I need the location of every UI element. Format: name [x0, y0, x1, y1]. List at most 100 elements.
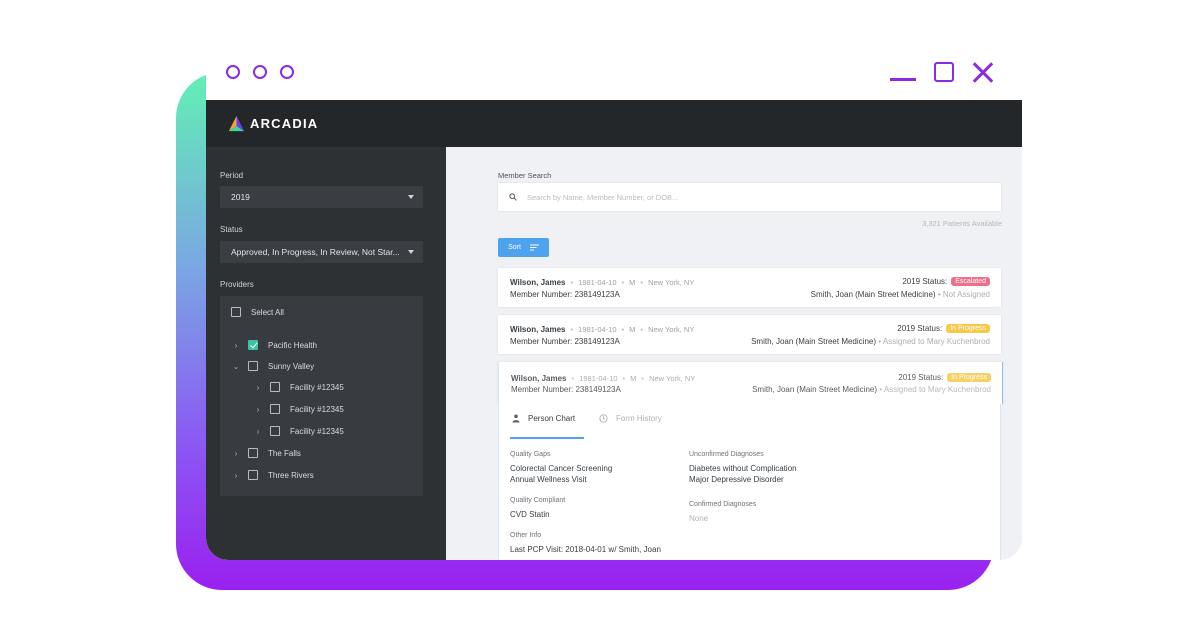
patient-sex: M: [630, 374, 637, 383]
provider-label: Sunny Valley: [268, 361, 315, 371]
select-all-label: Select All: [251, 307, 284, 317]
select-all-row[interactable]: Select All: [231, 307, 284, 317]
period-value: 2019: [231, 192, 250, 202]
status-label: 2019 Status:: [897, 324, 943, 333]
sort-label: Sort: [508, 244, 521, 251]
confirmed-diagnosis-item: None: [689, 514, 709, 523]
select-all-checkbox[interactable]: [231, 307, 241, 317]
status-badge: In Progress: [946, 324, 990, 333]
provider-checkbox[interactable]: [270, 404, 280, 414]
assignment-line: Smith, Joan (Main Street Medicine) • Ass…: [751, 337, 990, 346]
arcadia-logo-icon: [228, 115, 245, 132]
chevron-right-icon[interactable]: ›: [253, 427, 263, 436]
close-icon[interactable]: [972, 61, 994, 83]
provider-label: Facility #12345: [290, 382, 344, 392]
provider-row-facility[interactable]: › Facility #12345: [253, 404, 344, 414]
patient-location: New York, NY: [648, 325, 695, 334]
patient-detail-panel: Person Chart Form History Quality Gaps C…: [498, 404, 1001, 560]
provider-label: Three Rivers: [268, 470, 314, 480]
provider-row-the-falls[interactable]: › The Falls: [231, 448, 301, 458]
patient-summary: Wilson, James • 1981-04-10 • M • New York, NY: [510, 278, 695, 287]
patient-name: Wilson, James: [511, 374, 567, 383]
patient-card[interactable]: Wilson, James • 1981-04-10 • M • New York, NY …: [498, 315, 1001, 354]
quality-gap-item: Annual Wellness Visit: [510, 475, 587, 484]
chevron-right-icon[interactable]: ›: [231, 341, 241, 350]
status-select[interactable]: Approved, In Progress, In Review, Not St…: [220, 241, 423, 263]
period-select[interactable]: 2019: [220, 186, 423, 208]
sort-button[interactable]: Sort: [498, 238, 549, 257]
provider-checkbox[interactable]: [248, 448, 258, 458]
active-tab-indicator: [510, 437, 584, 439]
chevron-down-icon[interactable]: ⌄: [231, 362, 241, 371]
other-info-item: Last PCP Visit: 2018-04-01 w/ Smith, Joa…: [510, 545, 661, 554]
provider-row-pacific-health[interactable]: › Pacific Health: [231, 340, 317, 350]
period-label: Period: [220, 171, 244, 180]
person-icon: [512, 414, 520, 423]
provider-row-facility[interactable]: › Facility #12345: [253, 426, 344, 436]
window-dot-icon: [226, 65, 240, 79]
provider-name: Smith, Joan (Main Street Medicine): [752, 385, 877, 394]
caret-down-icon: [408, 195, 414, 199]
patient-sex: M: [629, 325, 636, 334]
provider-row-three-rivers[interactable]: › Three Rivers: [231, 470, 314, 480]
patient-card[interactable]: Wilson, James • 1981-04-10 • M • New York, NY …: [498, 268, 1001, 307]
clock-icon: [599, 414, 608, 423]
window-dot-icon: [253, 65, 267, 79]
app-window: ARCADIA Period 2019 Status Approved, In …: [206, 45, 1022, 560]
maximize-icon[interactable]: [934, 62, 954, 82]
provider-row-facility[interactable]: › Facility #12345: [253, 382, 344, 392]
quality-gap-item: Colorectal Cancer Screening: [510, 464, 613, 473]
assignment-line: Smith, Joan (Main Street Medicine) • Not…: [811, 290, 990, 299]
provider-label: The Falls: [268, 448, 301, 458]
main-content: Member Search 3,321 Patients Available S…: [446, 147, 1022, 560]
unconfirmed-diagnosis-item: Major Depressive Disorder: [689, 475, 784, 484]
status-label: 2019 Status:: [898, 373, 944, 382]
status-label: 2019 Status:: [902, 277, 948, 286]
tab-form-history[interactable]: Form History: [599, 414, 662, 423]
provider-checkbox[interactable]: [270, 426, 280, 436]
patient-name: Wilson, James: [510, 325, 566, 334]
provider-checkbox[interactable]: [248, 340, 258, 350]
application: ARCADIA Period 2019 Status Approved, In …: [206, 100, 1022, 560]
chevron-right-icon[interactable]: ›: [253, 405, 263, 414]
provider-row-sunny-valley[interactable]: ⌄ Sunny Valley: [231, 361, 314, 371]
unconfirmed-diagnosis-item: Diabetes without Complication: [689, 464, 797, 473]
member-number: Member Number: 238149123A: [511, 385, 621, 394]
minimize-icon[interactable]: [890, 61, 916, 83]
provider-checkbox[interactable]: [248, 470, 258, 480]
member-search-input[interactable]: [527, 192, 927, 202]
chevron-right-icon[interactable]: ›: [231, 471, 241, 480]
other-info-title: Other Info: [510, 532, 542, 539]
confirmed-diagnoses-title: Confirmed Diagnoses: [689, 501, 757, 508]
status-line: 2019 Status: Escalated: [902, 277, 990, 286]
window-dot-icon: [280, 65, 294, 79]
patient-dob: 1981-04-10: [578, 325, 617, 334]
status-value: Approved, In Progress, In Review, Not St…: [231, 247, 400, 257]
assignment-status: • Not Assigned: [937, 290, 990, 299]
chevron-right-icon[interactable]: ›: [231, 449, 241, 458]
tab-person-chart[interactable]: Person Chart: [512, 414, 575, 423]
provider-checkbox[interactable]: [270, 382, 280, 392]
provider-name: Smith, Joan (Main Street Medicine): [751, 337, 876, 346]
provider-label: Facility #12345: [290, 426, 344, 436]
status-badge: Escalated: [951, 277, 990, 286]
patient-location: New York, NY: [649, 374, 696, 383]
assignment-status: • Assigned to Mary Kuchenbrod: [878, 337, 990, 346]
patient-summary: Wilson, James • 1981-04-10 • M • New York, NY: [511, 374, 696, 383]
member-search-box[interactable]: [498, 183, 1001, 211]
status-label: Status: [220, 225, 243, 234]
window-dots: [226, 57, 294, 87]
unconfirmed-diagnoses-title: Unconfirmed Diagnoses: [689, 451, 764, 458]
patient-card-expanded[interactable]: Wilson, James • 1981-04-10 • M • New York, NY …: [498, 362, 1003, 404]
status-badge: In Progress: [947, 373, 991, 382]
quality-gaps-title: Quality Gaps: [510, 451, 551, 458]
caret-down-icon: [408, 250, 414, 254]
provider-checkbox[interactable]: [248, 361, 258, 371]
assignment-status: • Assigned to Mary Kuchenbrod: [879, 385, 991, 394]
window-controls: [890, 57, 994, 87]
member-number: Member Number: 238149123A: [510, 290, 620, 299]
chevron-right-icon[interactable]: ›: [253, 383, 263, 392]
providers-label: Providers: [220, 280, 254, 289]
patient-summary: Wilson, James • 1981-04-10 • M • New York, NY: [510, 325, 695, 334]
providers-tree: Select All › Pacific Health ⌄ Sunny Vall…: [220, 296, 423, 496]
